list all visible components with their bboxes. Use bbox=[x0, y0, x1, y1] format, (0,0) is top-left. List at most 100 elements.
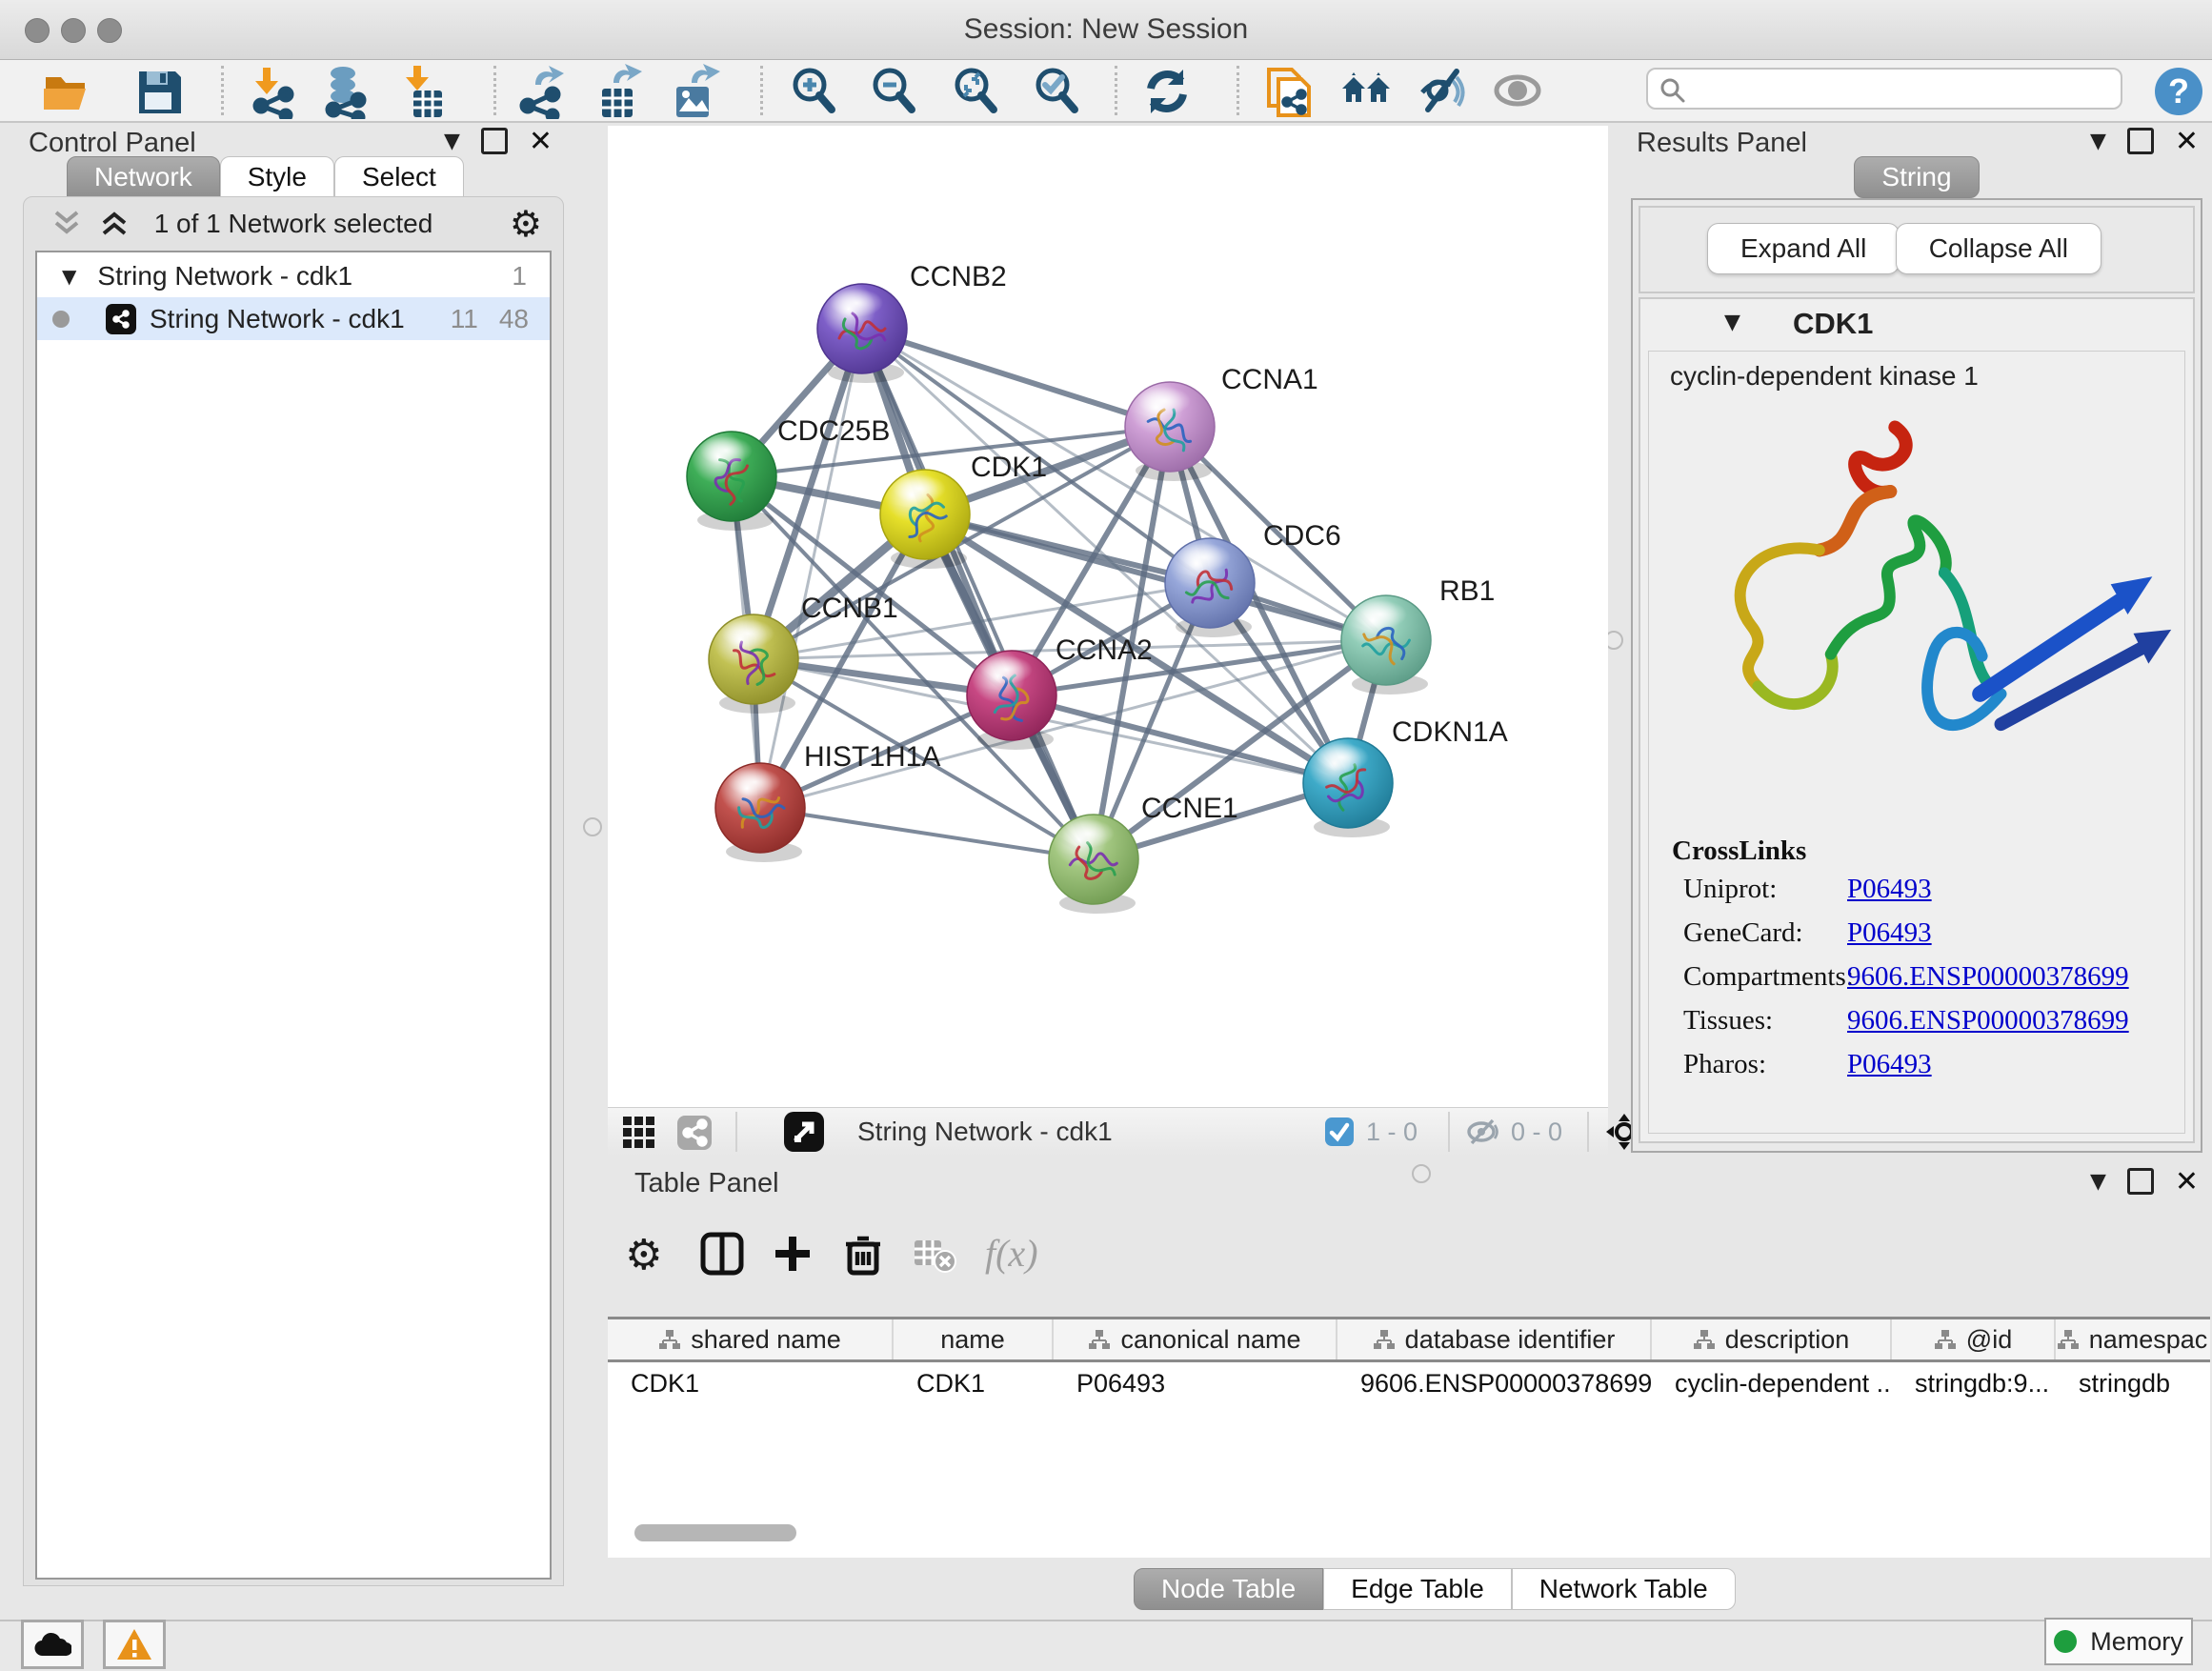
export-network-icon[interactable] bbox=[514, 64, 570, 119]
horizontal-scrollbar[interactable] bbox=[634, 1524, 796, 1541]
import-network-file-icon[interactable] bbox=[248, 64, 303, 119]
zoom-out-icon[interactable] bbox=[867, 64, 922, 119]
table-panel: Table Panel ▼ ✕ ⚙ f(x) shared name bbox=[598, 1164, 2212, 1620]
crosslink-row: Uniprot: P06493 bbox=[1683, 874, 2175, 917]
crosslink-value[interactable]: 9606.ENSP00000378699 bbox=[1847, 961, 2129, 993]
crosslink-label: GeneCard: bbox=[1683, 917, 1803, 948]
import-network-database-icon[interactable] bbox=[318, 64, 373, 119]
results-panel-close-icon[interactable]: ✕ bbox=[2175, 125, 2199, 158]
results-panel-tabs: String bbox=[1621, 156, 2212, 198]
export-image-icon[interactable] bbox=[667, 64, 722, 119]
network-collection-row[interactable]: ▼ String Network - cdk1 1 bbox=[37, 254, 550, 297]
node-label-ccnb1: CCNB1 bbox=[801, 593, 898, 624]
crosslink-value[interactable]: P06493 bbox=[1847, 874, 1932, 905]
table-panel-menu-icon[interactable]: ▼ bbox=[2090, 1170, 2106, 1194]
tab-edge-table[interactable]: Edge Table bbox=[1323, 1568, 1512, 1610]
network-node-cdc25b[interactable]: CDC25B bbox=[687, 415, 890, 531]
crosslink-value[interactable]: 9606.ENSP00000378699 bbox=[1847, 1005, 2129, 1037]
network-options-gear-icon[interactable]: ⚙ bbox=[510, 203, 542, 245]
grid-view-icon[interactable] bbox=[621, 1115, 657, 1151]
network-node-ccne1[interactable]: CCNE1 bbox=[1049, 793, 1238, 914]
tab-select[interactable]: Select bbox=[334, 156, 464, 198]
tab-network[interactable]: Network bbox=[67, 156, 220, 198]
crosslink-row: Compartments: 9606.ENSP00000378699 bbox=[1683, 961, 2175, 1005]
string-view-icon[interactable] bbox=[676, 1115, 713, 1151]
control-panel-float-icon[interactable] bbox=[481, 128, 508, 154]
results-buttons-box: Expand All Collapse All bbox=[1639, 206, 2195, 293]
tab-network-table[interactable]: Network Table bbox=[1512, 1568, 1736, 1610]
refresh-icon[interactable] bbox=[1139, 64, 1195, 119]
network-node-ccnb1[interactable]: CCNB1 bbox=[709, 593, 898, 714]
node-label-cdkn1a: CDKN1A bbox=[1392, 716, 1508, 748]
expand-all-button[interactable]: Expand All bbox=[1707, 223, 1900, 274]
left-splitter-handle[interactable] bbox=[583, 817, 602, 836]
zoom-in-icon[interactable] bbox=[787, 64, 842, 119]
export-table-icon[interactable] bbox=[591, 64, 646, 119]
node-table: shared name name canonical name database… bbox=[608, 1317, 2210, 1558]
results-panel-title: Results Panel bbox=[1637, 128, 1807, 159]
crosslink-value[interactable]: P06493 bbox=[1847, 1049, 1932, 1080]
results-panel-float-icon[interactable] bbox=[2127, 128, 2154, 154]
column-header[interactable]: shared name bbox=[608, 1319, 894, 1359]
add-column-icon[interactable] bbox=[770, 1231, 815, 1277]
string-protein-query-icon[interactable] bbox=[1263, 64, 1318, 119]
network-edge[interactable] bbox=[862, 329, 1170, 427]
tab-style[interactable]: Style bbox=[220, 156, 334, 198]
show-graphics-details-icon[interactable] bbox=[1339, 64, 1395, 119]
help-icon[interactable]: ? bbox=[2151, 64, 2206, 119]
control-panel-close-icon[interactable]: ✕ bbox=[529, 125, 553, 158]
table-row[interactable]: CDK1 CDK1 P06493 9606.ENSP00000378699 cy… bbox=[608, 1362, 2210, 1404]
delete-column-icon[interactable] bbox=[840, 1231, 886, 1277]
gene-collapse-icon[interactable]: ▼ bbox=[1724, 311, 1740, 334]
save-session-icon[interactable] bbox=[131, 64, 187, 119]
network-node-cdkn1a[interactable]: CDKN1A bbox=[1303, 716, 1508, 837]
main-toolbar: ? bbox=[0, 60, 2212, 123]
column-header[interactable]: description bbox=[1652, 1319, 1892, 1359]
warnings-button[interactable] bbox=[103, 1620, 166, 1669]
control-panel-menu-icon[interactable]: ▼ bbox=[444, 130, 460, 153]
network-row-selected[interactable]: String Network - cdk1 11 48 bbox=[37, 297, 550, 340]
column-header[interactable]: canonical name bbox=[1054, 1319, 1337, 1359]
network-edge[interactable] bbox=[760, 808, 1094, 859]
collapse-all-button[interactable]: Collapse All bbox=[1896, 223, 2101, 274]
zoom-fit-icon[interactable] bbox=[949, 64, 1004, 119]
network-canvas[interactable]: CCNB2CCNA1CDC25BCDK1CDC6RB1CCNB1CCNA2CDK… bbox=[608, 126, 1608, 1107]
birds-eye-view-icon[interactable] bbox=[783, 1111, 825, 1153]
hide-selected-icon[interactable] bbox=[1415, 64, 1470, 119]
toolbar-separator bbox=[221, 66, 224, 115]
table-panel-close-icon[interactable]: ✕ bbox=[2175, 1165, 2199, 1198]
memory-button[interactable]: Memory bbox=[2044, 1618, 2193, 1665]
clear-table-icon[interactable] bbox=[911, 1231, 956, 1277]
show-all-icon[interactable] bbox=[1490, 64, 1545, 119]
tab-node-table[interactable]: Node Table bbox=[1134, 1568, 1323, 1610]
title-bar: Session: New Session bbox=[0, 0, 2212, 60]
table-options-gear-icon[interactable]: ⚙ bbox=[625, 1231, 671, 1277]
cell-id: stringdb:9... bbox=[1892, 1362, 2056, 1404]
column-header[interactable]: @id bbox=[1892, 1319, 2056, 1359]
open-session-icon[interactable] bbox=[40, 64, 95, 119]
network-node-ccna1[interactable]: CCNA1 bbox=[1125, 364, 1318, 481]
table-tabs: Node TableEdge TableNetwork Table bbox=[1134, 1568, 1736, 1610]
column-header[interactable]: namespac bbox=[2056, 1319, 2208, 1359]
function-builder-icon[interactable]: f(x) bbox=[985, 1231, 1031, 1277]
selected-nodes-checkbox-icon[interactable] bbox=[1324, 1117, 1355, 1147]
collection-count: 1 bbox=[512, 261, 527, 292]
collection-expand-icon[interactable]: ▼ bbox=[62, 265, 76, 288]
network-node-hist1h1a[interactable]: HIST1H1A bbox=[715, 741, 940, 862]
cloud-button[interactable] bbox=[21, 1620, 84, 1669]
node-label-cdk1: CDK1 bbox=[971, 452, 1047, 483]
import-table-icon[interactable] bbox=[398, 64, 453, 119]
zoom-selected-icon[interactable] bbox=[1030, 64, 1085, 119]
network-node-rb1[interactable]: RB1 bbox=[1341, 575, 1495, 695]
results-panel-menu-icon[interactable]: ▼ bbox=[2090, 130, 2106, 153]
network-node-count: 11 bbox=[451, 304, 478, 334]
crosslink-value[interactable]: P06493 bbox=[1847, 917, 1932, 949]
column-header[interactable]: name bbox=[894, 1319, 1054, 1359]
tab-string[interactable]: String bbox=[1854, 156, 1979, 198]
memory-label: Memory bbox=[2090, 1627, 2183, 1657]
cell-description: cyclin-dependent ... bbox=[1652, 1362, 1892, 1404]
column-header[interactable]: database identifier bbox=[1337, 1319, 1652, 1359]
table-panel-float-icon[interactable] bbox=[2127, 1168, 2154, 1195]
show-columns-icon[interactable] bbox=[699, 1231, 745, 1277]
search-input[interactable] bbox=[1646, 68, 2122, 110]
